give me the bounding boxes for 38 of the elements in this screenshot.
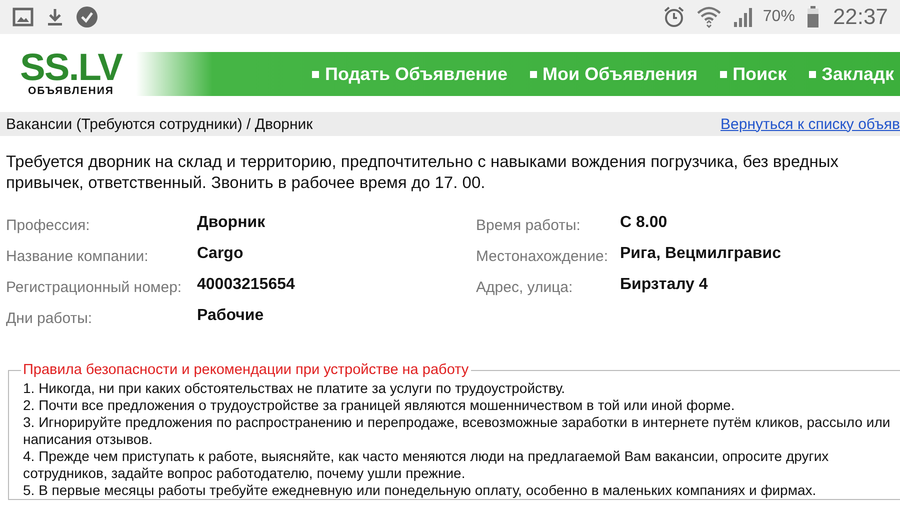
wifi-icon (696, 6, 721, 28)
download-icon (46, 7, 64, 27)
alarm-clock-icon (662, 6, 685, 28)
check-circle-icon (76, 6, 98, 28)
site-logo[interactable]: SS.LV (20, 51, 122, 85)
nav-link[interactable]: Мои Объявления (530, 64, 698, 84)
field-label: Регистрационный номер: (6, 278, 183, 298)
field-value: Рабочие (197, 307, 265, 326)
field-value: Бирзталу 4 (620, 276, 709, 295)
safety-title: Правила безопасности и рекомендации при устройстве на работу (22, 362, 470, 378)
field-label: Дни работы: (6, 309, 94, 329)
field-value: Рига, Вецмилгравис (620, 245, 781, 264)
field-label: Название компании: (6, 247, 150, 267)
safety-rule: 2. Почти все предложения о трудоустройстве за границей являются мошенничеством в той или иной форме. (23, 397, 736, 414)
safety-rule: 1. Никогда, ни при каких обстоятельствах не платите за услуги по трудоустройству. (23, 380, 566, 397)
nav-link[interactable]: Поиск (720, 64, 787, 84)
field-value: 40003215654 (197, 276, 296, 295)
nav-link[interactable]: Закладк (808, 64, 894, 84)
field-label: Время работы: (476, 216, 582, 236)
battery-percent: 70% (762, 8, 795, 26)
signal-icon (732, 7, 755, 27)
field-label: Профессия: (6, 216, 91, 236)
nav-link[interactable]: Подать Объявление (312, 64, 508, 84)
field-label: Адрес, улица: (476, 278, 574, 298)
field-label: Местонахождение: (476, 247, 609, 267)
battery-icon (806, 6, 819, 28)
job-description: Требуется дворник на склад и территорию, предпочтительно с навыками вождения погрузчика, без вредных привычек, ответственный. Звонить в рабочее время до 17. 00. (5, 152, 840, 194)
safety-rule: 4. Прежде чем приступать к работе, выясняйте, как часто меняются люди на предлагаемой Вам вакансии, опросите других сотрудников, задайте вопрос работодателю, почему ушли прежние. (23, 448, 830, 482)
clock-time: 22:37 (832, 4, 888, 30)
field-value: Дворник (197, 214, 266, 233)
safety-rule: 5. В первые месяцы работы требуйте ежедневную или понедельную оплату, особенно в маленьких компаниях и фирмах. (23, 482, 818, 499)
image-icon (12, 7, 34, 27)
breadcrumb: Вакансии (Требуются сотрудники) / Дворник (6, 116, 313, 132)
safety-rule: 3. Игнорируйте предложения по распространению и перепродаже, всевозможные заработки в интернете путём кликов, рассыло или написания отзывов. (23, 414, 892, 448)
logo-subtitle: ОБЪЯВЛЕНИЯ (28, 85, 114, 97)
field-value: С 8.00 (620, 214, 668, 233)
field-value: Cargo (197, 245, 244, 264)
back-to-list-link[interactable]: Вернуться к списку объяв (720, 116, 900, 132)
